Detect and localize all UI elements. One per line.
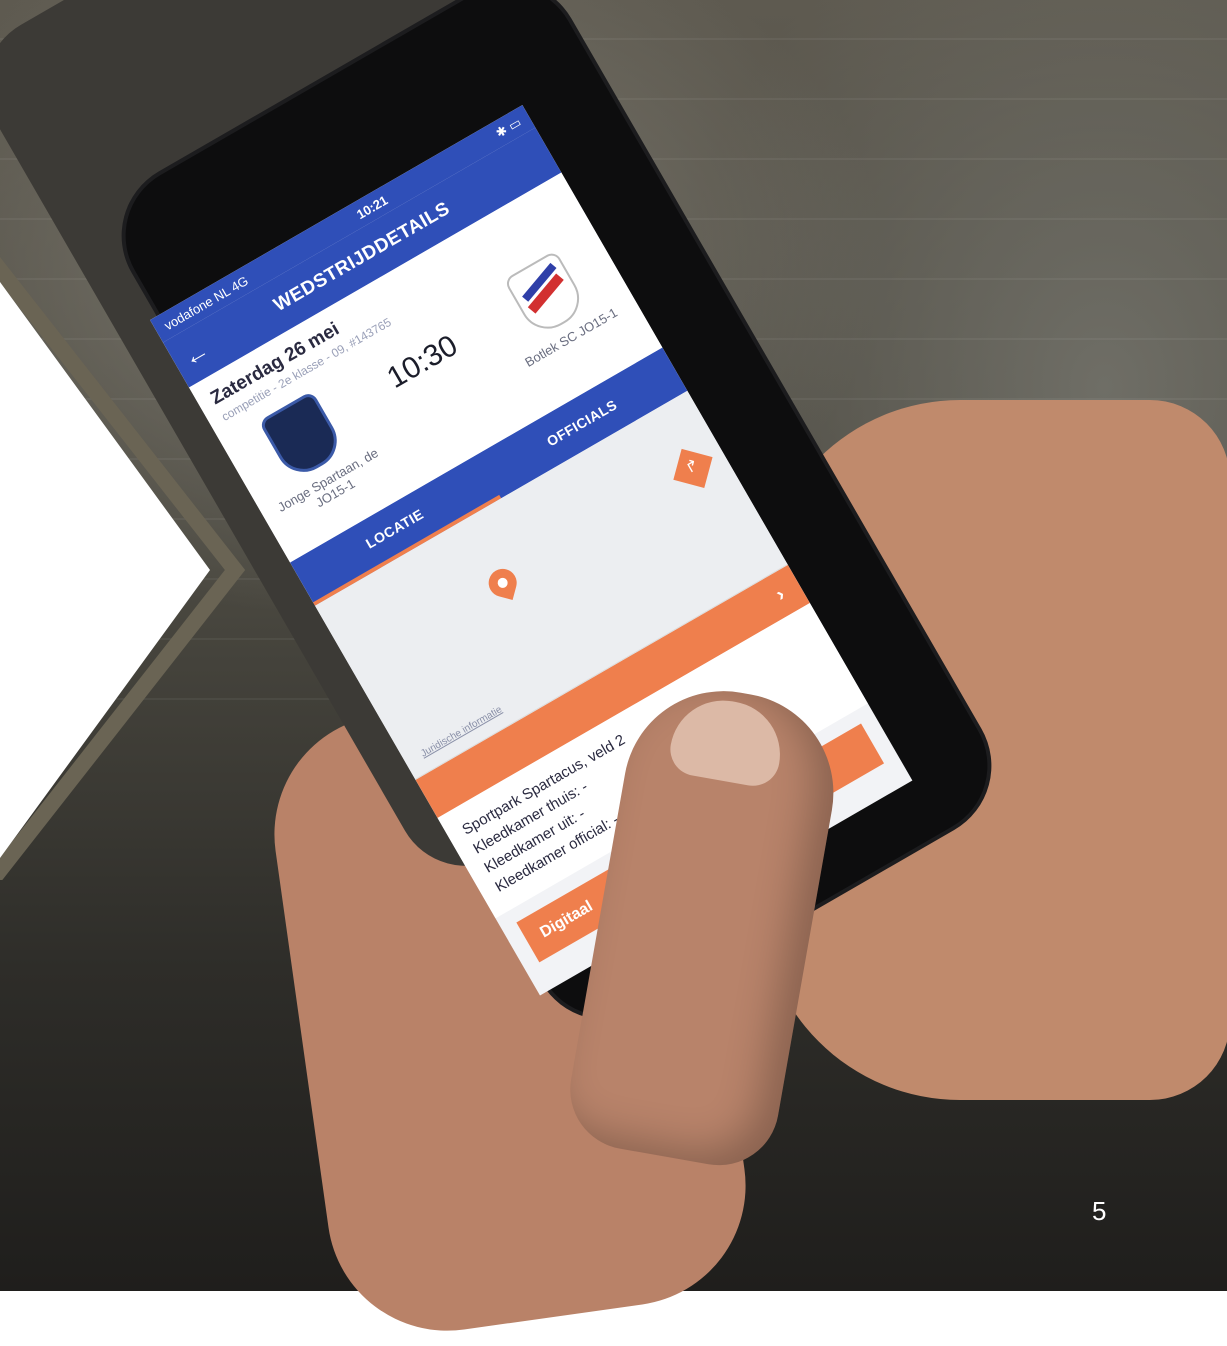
map-pin-icon <box>485 565 520 601</box>
kickoff-time: 10:30 <box>381 328 464 395</box>
slide-page-number: 5 <box>1092 1196 1107 1226</box>
thumb-nail <box>666 692 789 791</box>
chevron-right-icon: › <box>771 582 789 606</box>
directions-icon: ↱ <box>682 455 703 478</box>
directions-button[interactable]: ↱ <box>673 448 713 489</box>
